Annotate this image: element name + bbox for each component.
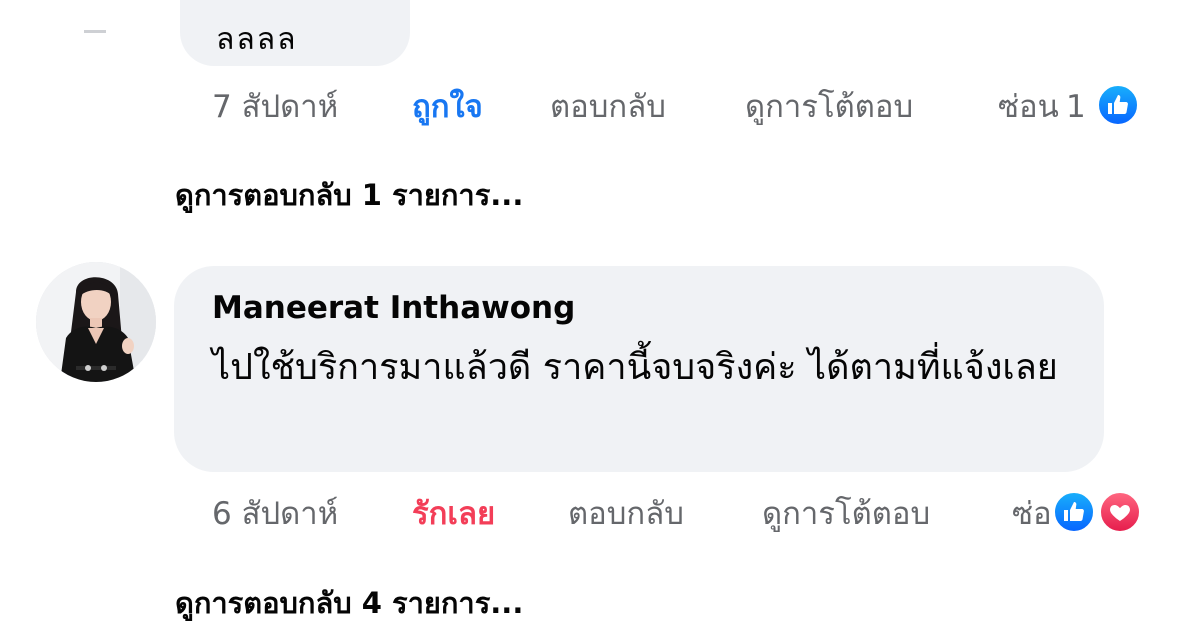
comment-actions: 6 สัปดาห์ รักเลย ตอบกลับ ดูการโต้ตอบ ซ่อ <box>0 492 1179 536</box>
previous-comment-bubble: ลลลล <box>180 0 410 66</box>
view-replies-link[interactable]: ดูการตอบกลับ 4 รายการ... <box>175 580 523 626</box>
reaction-count[interactable]: 1 <box>1066 85 1086 129</box>
heart-shape-icon <box>1110 505 1130 521</box>
heart-icon[interactable] <box>1098 490 1142 534</box>
hide-button[interactable]: ซ่อ <box>1012 492 1052 536</box>
thumbs-up-icon <box>1064 502 1084 521</box>
comment-text: ไปใช้บริการมาแล้วดี ราคานี้จบจริงค่ะ ได้… <box>212 347 1058 388</box>
reply-button[interactable]: ตอบกลับ <box>550 85 666 129</box>
love-button[interactable]: รักเลย <box>412 492 495 536</box>
hide-button[interactable]: ซ่อน <box>998 85 1059 129</box>
user-photo <box>36 262 156 382</box>
previous-comment-text: ลลลล <box>216 22 298 57</box>
view-reactions-button[interactable]: ดูการโต้ตอบ <box>762 492 930 536</box>
comment-time[interactable]: 7 สัปดาห์ <box>212 85 338 129</box>
reply-button[interactable]: ตอบกลับ <box>568 492 684 536</box>
avatar[interactable] <box>36 262 156 382</box>
previous-comment-actions: 7 สัปดาห์ ถูกใจ ตอบกลับ ดูการโต้ตอบ ซ่อน… <box>0 85 1179 129</box>
comment-author[interactable]: Maneerat Inthawong <box>212 290 575 326</box>
view-reactions-button[interactable]: ดูการโต้ตอบ <box>745 85 913 129</box>
like-button[interactable]: ถูกใจ <box>412 85 483 129</box>
thumbs-up-icon <box>1108 95 1128 114</box>
like-icon[interactable] <box>1052 490 1096 534</box>
comment-time[interactable]: 6 สัปดาห์ <box>212 492 338 536</box>
like-icon[interactable] <box>1096 83 1140 127</box>
view-replies-link[interactable]: ดูการตอบกลับ 1 รายการ... <box>175 172 523 218</box>
thread-connector <box>84 30 106 39</box>
